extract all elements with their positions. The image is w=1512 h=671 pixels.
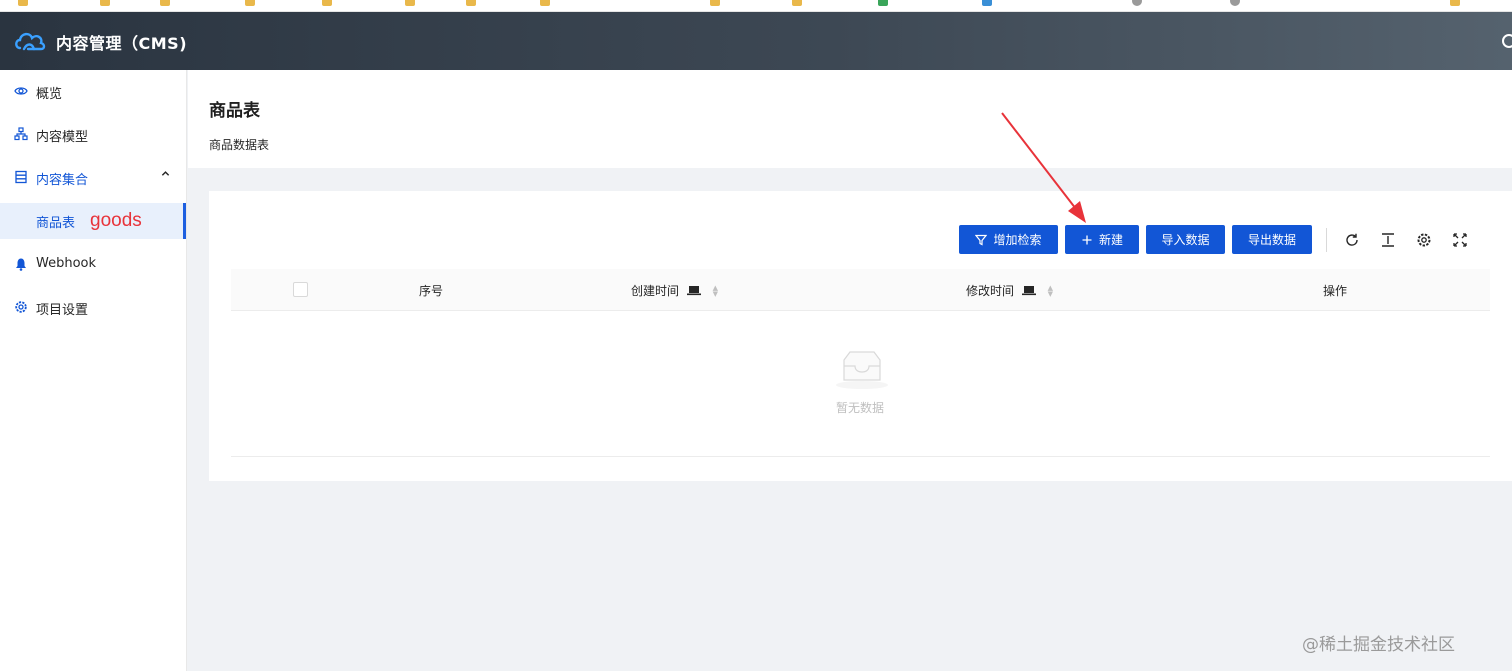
page-subtitle: 商品数据表	[209, 138, 270, 152]
laptop-icon	[1021, 286, 1036, 296]
column-header-actions: 操作	[1323, 284, 1348, 298]
bookmark-folder-icon[interactable]	[466, 0, 476, 6]
column-header-created[interactable]: 创建时间 ▲ ▼	[631, 282, 718, 299]
bookmarks-bar	[0, 0, 1512, 12]
user-menu-icon[interactable]	[1502, 34, 1512, 48]
hierarchy-icon	[14, 127, 28, 141]
sidebar-item-label: 商品表	[36, 216, 76, 231]
sort-icon[interactable]: ▲ ▼	[1048, 284, 1053, 297]
cloud-logo-icon	[15, 32, 46, 51]
new-label: 新建	[1098, 233, 1123, 247]
sidebar-item-content-collection[interactable]: 内容集合	[0, 160, 186, 196]
sidebar-item-webhook[interactable]: Webhook	[0, 247, 186, 283]
sidebar-item-project-settings[interactable]: 项目设置	[0, 290, 186, 326]
eye-icon	[14, 87, 28, 95]
sidebar: 概览 内容模型 内容集合 商品表 goods Webhook 项目设置	[0, 70, 187, 671]
sort-icon[interactable]: ▲ ▼	[713, 284, 718, 297]
export-data-label: 导出数据	[1247, 233, 1296, 247]
filter-icon	[975, 234, 988, 246]
sidebar-item-label: Webhook	[36, 256, 97, 271]
table-empty-state: 暂无数据	[231, 312, 1490, 457]
page-title: 商品表	[209, 101, 260, 121]
table-card: 增加检索 新建 导入数据 导出数据 序号 创建时间 ▲ ▼ 修改时间 ▲ ▼ 操…	[209, 191, 1512, 481]
plus-icon	[1081, 234, 1093, 246]
bookmark-folder-icon[interactable]	[710, 0, 720, 6]
annotation-label: goods	[90, 210, 142, 231]
bookmark-folder-icon[interactable]	[540, 0, 550, 6]
toolbar-divider	[1326, 228, 1327, 252]
bookmark-folder-icon[interactable]	[160, 0, 170, 6]
gear-icon	[15, 301, 27, 313]
webhook-icon	[16, 258, 26, 271]
table-header: 序号 创建时间 ▲ ▼ 修改时间 ▲ ▼ 操作	[231, 269, 1490, 311]
select-all-checkbox[interactable]	[293, 282, 308, 297]
add-filter-label: 增加检索	[993, 233, 1042, 247]
annotation-arrow-icon	[1001, 112, 1086, 223]
sidebar-item-label: 内容模型	[36, 130, 89, 145]
import-data-label: 导入数据	[1161, 233, 1210, 247]
column-header-index: 序号	[419, 284, 444, 298]
bookmark-folder-icon[interactable]	[405, 0, 415, 6]
column-header-modified[interactable]: 修改时间 ▲ ▼	[966, 282, 1053, 299]
sidebar-item-overview[interactable]: 概览	[0, 74, 186, 110]
sidebar-item-content-model[interactable]: 内容模型	[0, 117, 186, 153]
sidebar-item-label: 概览	[36, 87, 63, 102]
fullscreen-icon[interactable]	[1452, 232, 1468, 248]
sidebar-item-label: 内容集合	[36, 173, 89, 188]
bookmark-folder-icon[interactable]	[100, 0, 110, 6]
bookmark-folder-icon[interactable]	[792, 0, 802, 6]
watermark: @稀土掘金技术社区	[1302, 635, 1455, 655]
reload-icon[interactable]	[1344, 232, 1360, 248]
column-header-label: 修改时间	[966, 284, 1015, 298]
empty-text: 暂无数据	[836, 401, 885, 415]
bookmark-icon[interactable]	[1132, 0, 1142, 6]
empty-inbox-icon	[836, 351, 888, 389]
bookmark-folder-icon[interactable]	[322, 0, 332, 6]
app-header: 内容管理（CMS)	[0, 12, 1512, 70]
bookmark-icon[interactable]	[982, 0, 992, 6]
bookmark-folder-icon[interactable]	[245, 0, 255, 6]
bookmark-icon[interactable]	[1230, 0, 1240, 6]
column-height-icon[interactable]	[1380, 232, 1396, 248]
bookmark-folder-icon[interactable]	[1450, 0, 1460, 6]
import-data-button[interactable]: 导入数据	[1146, 225, 1225, 254]
column-header-label: 创建时间	[631, 284, 680, 298]
chevron-up-icon[interactable]	[161, 169, 170, 181]
app-title: 内容管理（CMS)	[56, 34, 188, 53]
database-icon	[15, 170, 27, 184]
bookmark-icon[interactable]	[878, 0, 888, 6]
laptop-icon	[686, 286, 701, 296]
sidebar-item-label: 项目设置	[36, 303, 89, 318]
settings-icon[interactable]	[1416, 232, 1432, 248]
page-header: 商品表 商品数据表	[188, 70, 1512, 168]
bookmark-folder-icon[interactable]	[18, 0, 28, 6]
export-data-button[interactable]: 导出数据	[1232, 225, 1312, 254]
